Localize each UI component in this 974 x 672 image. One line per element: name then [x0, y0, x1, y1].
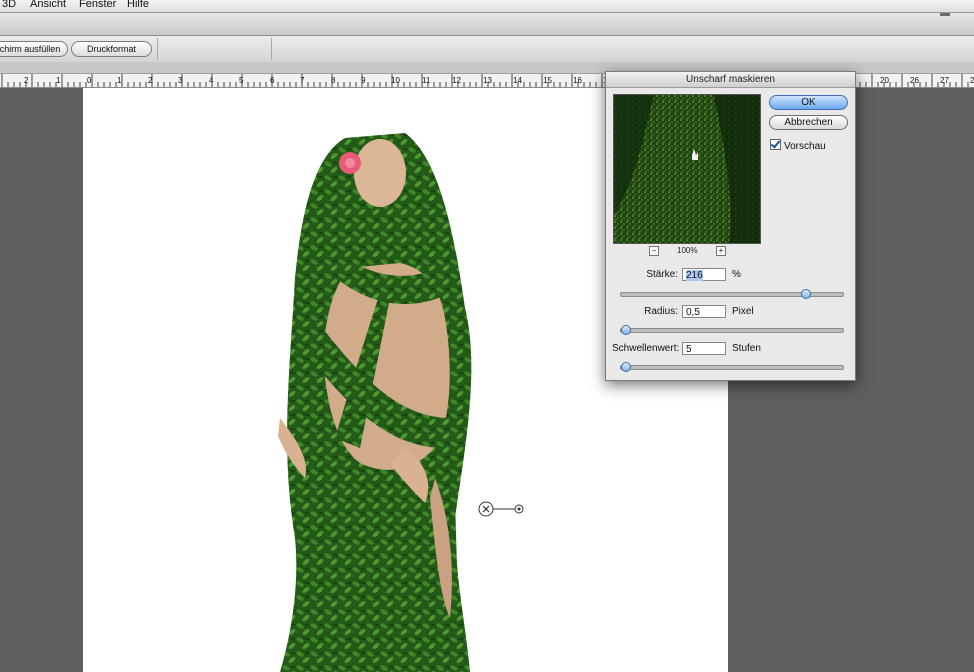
radius-unit: Pixel — [732, 306, 754, 317]
checkbox-checked-icon[interactable] — [770, 139, 781, 150]
ruler-label: 27 — [940, 76, 949, 85]
menu-ansicht[interactable]: Ansicht — [30, 0, 66, 10]
unsharp-mask-dialog: Unscharf maskieren − 100% + OK Abbrechen… — [605, 71, 856, 381]
ruler-label: 1 — [117, 76, 122, 85]
close-circle-icon[interactable] — [478, 500, 528, 518]
ruler-label: 13 — [483, 76, 492, 85]
ruler-label: 9 — [361, 76, 366, 85]
amount-slider[interactable] — [620, 289, 844, 299]
radius-slider[interactable] — [620, 325, 844, 335]
dialog-title[interactable]: Unscharf maskieren — [606, 72, 855, 88]
ruler-label: 3 — [178, 76, 183, 85]
ruler-label: 4 — [209, 76, 214, 85]
preview-checkbox[interactable]: Vorschau — [770, 139, 826, 152]
leaf-figure-image — [278, 133, 472, 672]
ruler-label: 7 — [300, 76, 305, 85]
window-resize-handle[interactable] — [940, 13, 950, 16]
ruler-label: 14 — [513, 76, 522, 85]
ruler-label: 6 — [270, 76, 275, 85]
ruler-label: 11 — [422, 76, 431, 85]
application-bar — [0, 13, 974, 36]
toolbar-divider — [157, 38, 158, 60]
amount-label: Stärke: — [646, 269, 678, 280]
preview-zoom-controls: − 100% + — [646, 245, 726, 257]
ruler-label: 12 — [452, 76, 461, 85]
toolbar-divider — [271, 38, 272, 60]
menu-3d[interactable]: 3D — [2, 0, 16, 10]
threshold-label: Schwellenwert: — [612, 343, 680, 354]
ruler-label: 8 — [331, 76, 336, 85]
ruler-label: 20 — [880, 76, 889, 85]
amount-slider-thumb[interactable] — [801, 289, 812, 299]
ruler-label: 5 — [239, 76, 244, 85]
zoom-level: 100% — [677, 246, 698, 255]
zoom-in-icon[interactable]: + — [716, 246, 726, 256]
print-format-button[interactable]: Druckformat — [71, 41, 152, 57]
ruler-label: 15 — [543, 76, 552, 85]
amount-unit: % — [732, 269, 741, 280]
menu-hilfe[interactable]: Hilfe — [127, 0, 149, 10]
amount-input[interactable]: 216 — [682, 268, 726, 281]
ruler-label: 1 — [56, 76, 61, 85]
ruler-label: 16 — [573, 76, 582, 85]
radius-label: Radius: — [644, 306, 678, 317]
radius-slider-thumb[interactable] — [621, 325, 632, 335]
radius-input[interactable]: 0,5 — [682, 305, 726, 318]
threshold-slider-thumb[interactable] — [621, 362, 632, 372]
ruler-label: 26 — [910, 76, 919, 85]
menu-bar: 3D Ansicht Fenster Hilfe — [0, 0, 974, 13]
cancel-button[interactable]: Abbrechen — [769, 115, 848, 130]
zoom-out-icon[interactable]: − — [649, 246, 659, 256]
ruler-label: 0 — [87, 76, 92, 85]
threshold-unit: Stufen — [732, 343, 761, 354]
preview-checkbox-label: Vorschau — [784, 141, 826, 152]
ruler-label: 10 — [391, 76, 400, 85]
filter-preview[interactable] — [613, 94, 761, 244]
fill-screen-button[interactable]: chirm ausfüllen — [0, 41, 68, 57]
options-toolbar: chirm ausfüllen Druckformat — [0, 36, 974, 63]
menu-fenster[interactable]: Fenster — [79, 0, 116, 10]
ruler-label: 2 — [148, 76, 153, 85]
threshold-input[interactable]: 5 — [682, 342, 726, 355]
ok-button[interactable]: OK — [769, 95, 848, 110]
ruler-label: 2 — [24, 76, 29, 85]
ruler-label: 28 — [970, 76, 974, 85]
threshold-slider[interactable] — [620, 362, 844, 372]
preview-image — [614, 95, 760, 243]
